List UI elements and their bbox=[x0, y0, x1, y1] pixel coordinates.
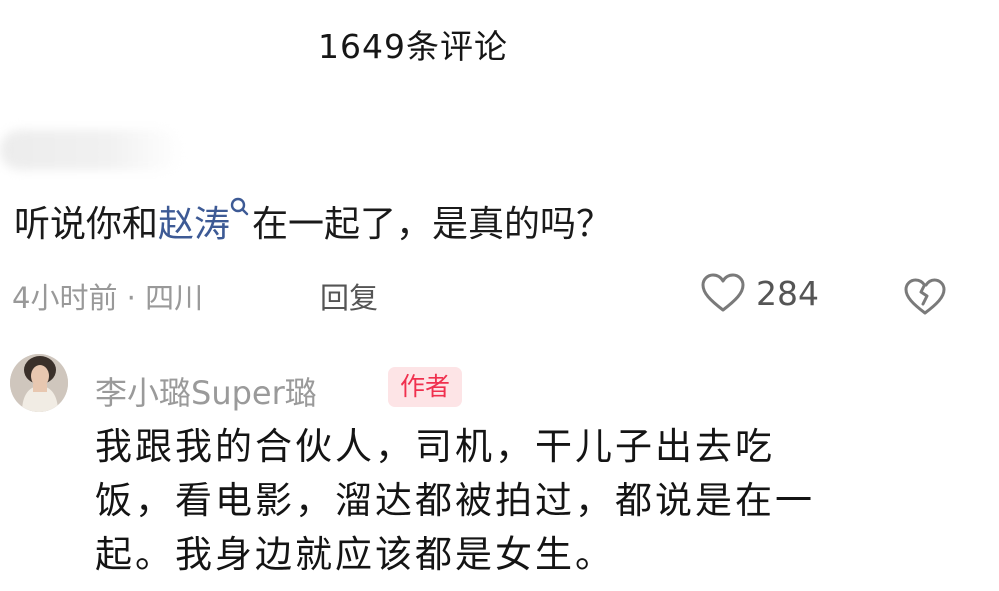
reply-text: 我跟我的合伙人，司机，干儿子出去吃 饭，看电影，溜达都被拍过，都说是在一 起。我… bbox=[95, 425, 815, 576]
heart-icon bbox=[701, 273, 745, 312]
blurred-username bbox=[0, 130, 182, 170]
comment-text-before: 听说你和 bbox=[14, 204, 159, 245]
comment-text-after: 在一起了，是真的吗？ bbox=[252, 204, 613, 245]
like-count: 284 bbox=[756, 273, 819, 313]
comment-text: 听说你和赵涛 在一起了，是真的吗？ bbox=[14, 195, 612, 247]
dislike-button[interactable] bbox=[903, 277, 947, 321]
comments-count-title: 1649条评论 bbox=[318, 27, 508, 66]
author-name[interactable]: 李小璐Super璐 bbox=[95, 368, 317, 414]
mention-link[interactable]: 赵涛 bbox=[158, 197, 252, 245]
author-avatar[interactable] bbox=[10, 354, 68, 412]
broken-heart-icon bbox=[904, 278, 946, 315]
comment-time-location: 4小时前 · 四川 bbox=[12, 281, 204, 315]
search-icon bbox=[230, 197, 249, 216]
author-badge: 作者 bbox=[388, 367, 463, 407]
like-button[interactable]: 284 bbox=[700, 272, 819, 314]
avatar-image bbox=[10, 354, 68, 412]
mention-name[interactable]: 赵涛 bbox=[158, 204, 230, 245]
reply-button[interactable]: 回复 bbox=[320, 275, 378, 317]
